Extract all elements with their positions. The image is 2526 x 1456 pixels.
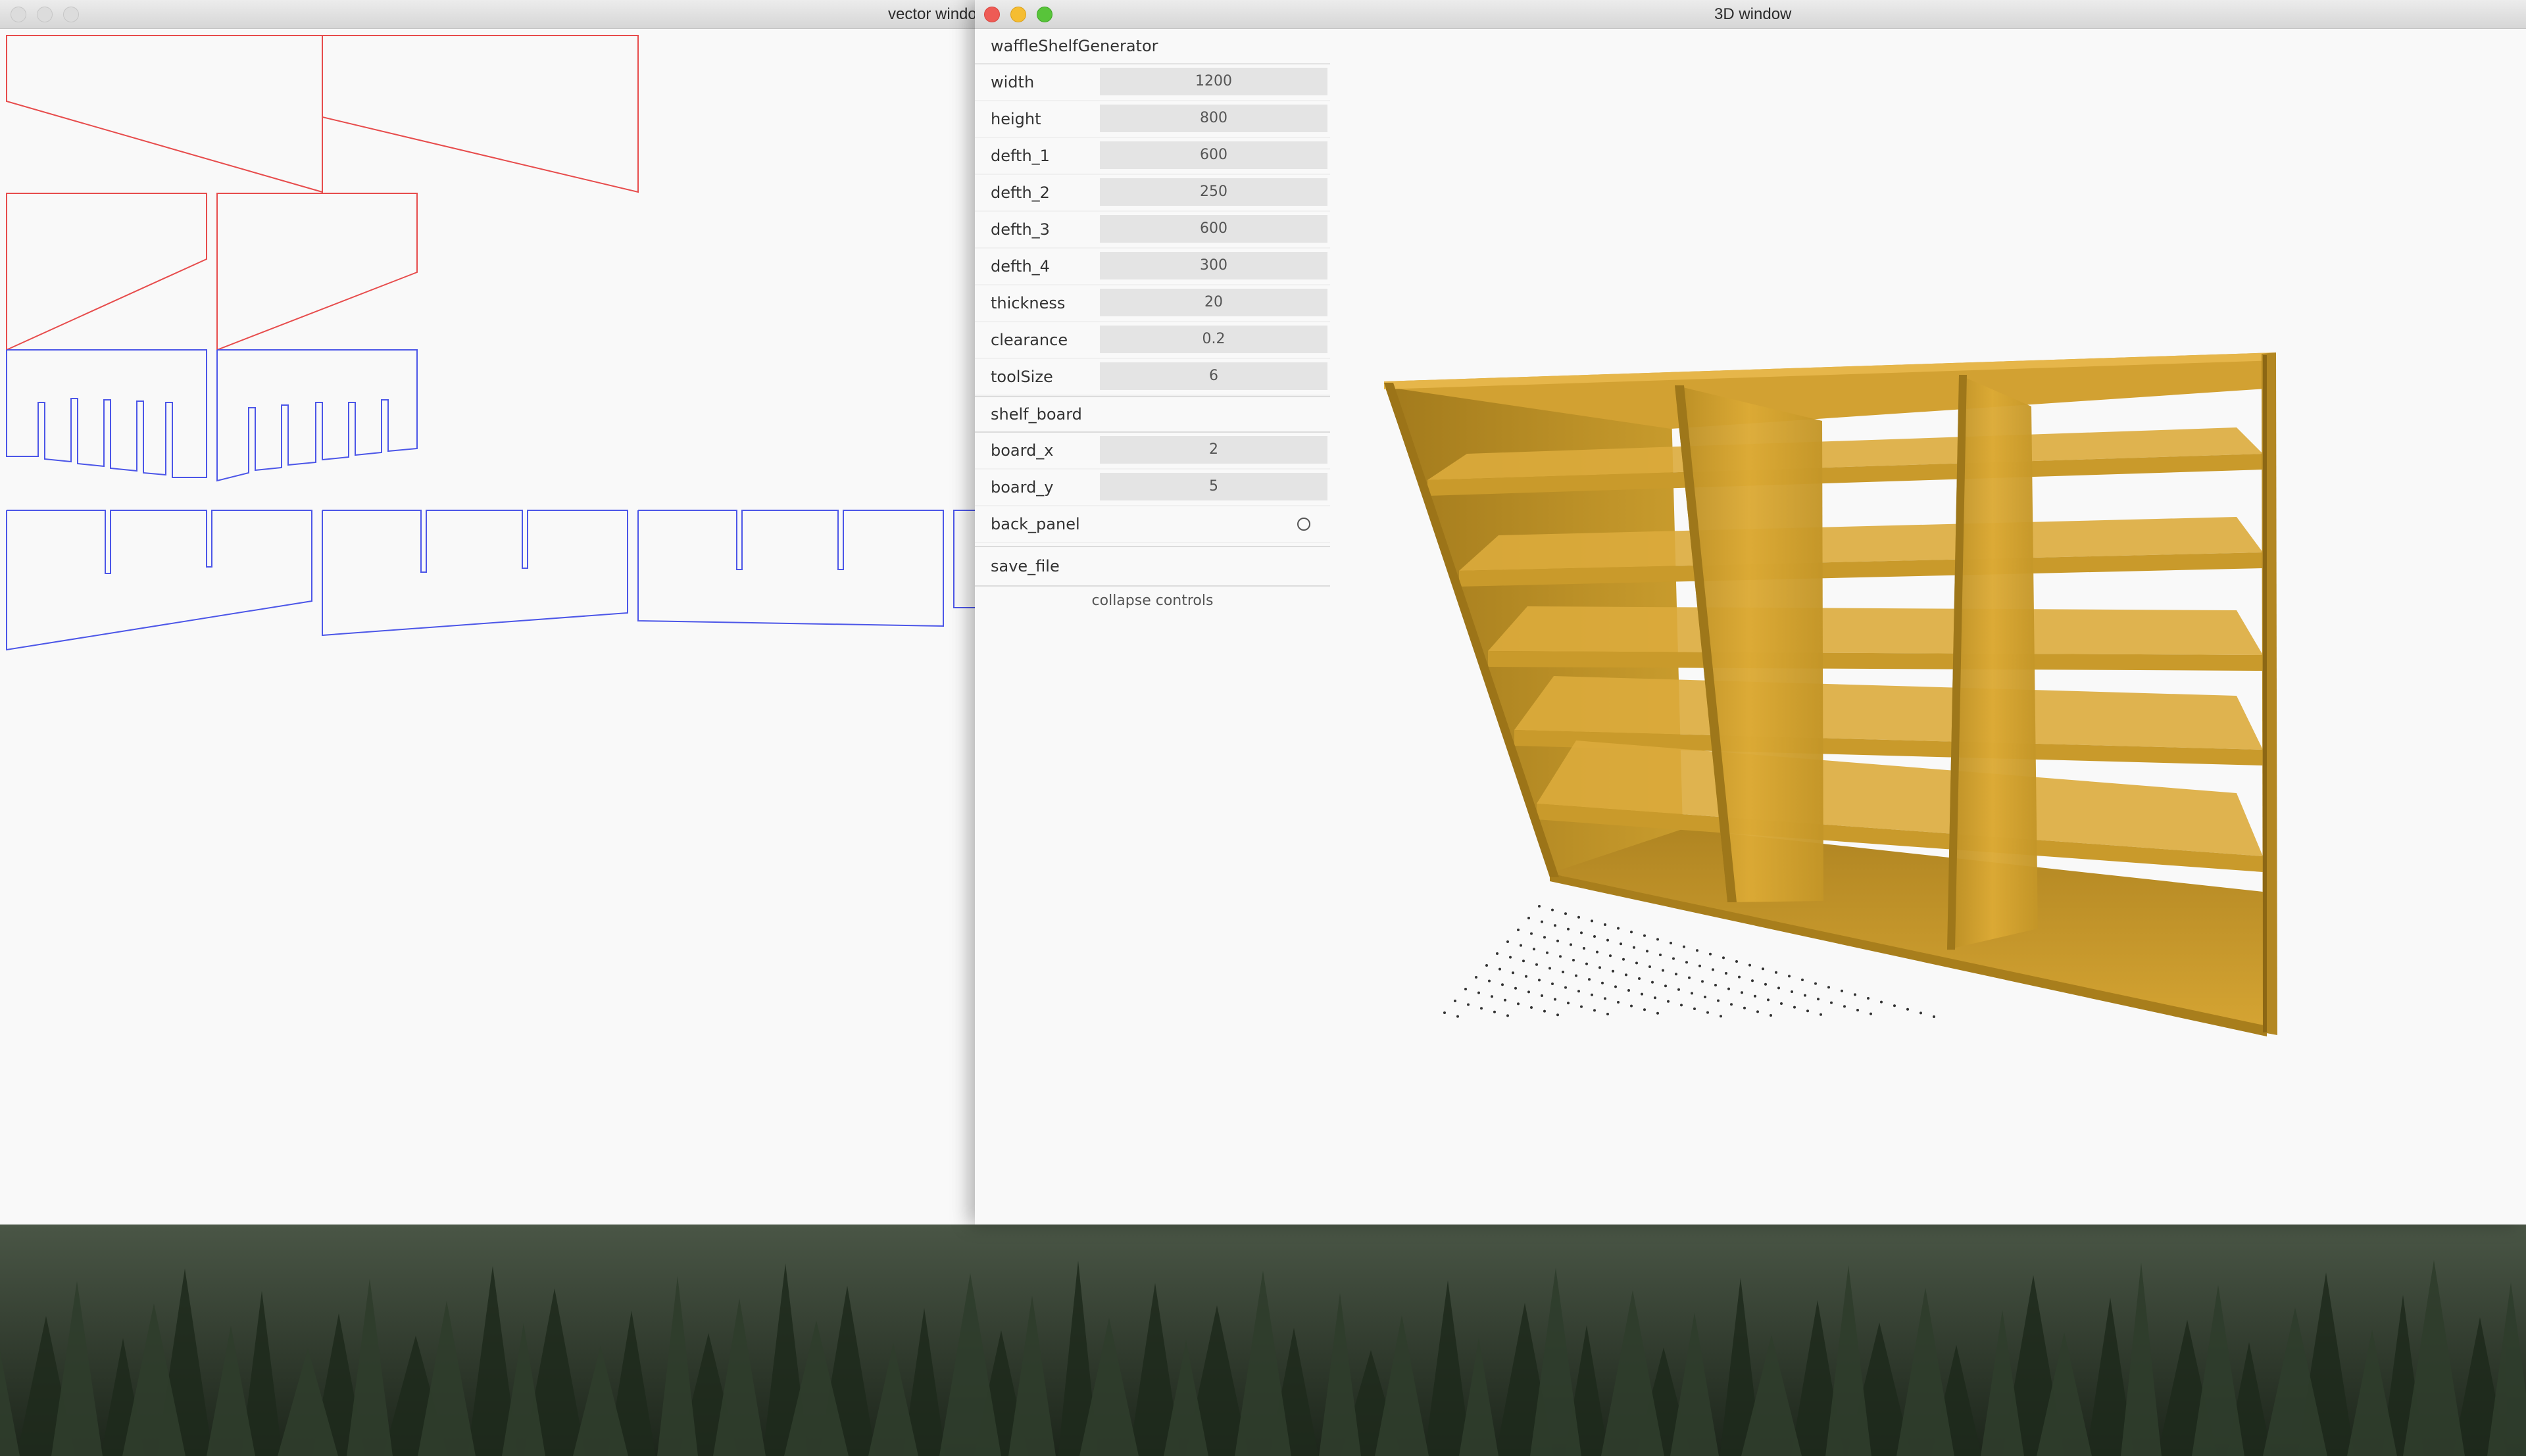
param-label: width xyxy=(991,73,1035,91)
param-label: board_y xyxy=(991,478,1054,497)
save-file-button[interactable]: save_file xyxy=(975,546,1330,587)
vector-window-titlebar[interactable]: vector window xyxy=(0,0,975,29)
minimize-button[interactable] xyxy=(37,7,53,22)
folder-label: shelf_board xyxy=(991,405,1082,424)
side-panel xyxy=(6,35,323,193)
param-value-field[interactable]: 0.2 xyxy=(1100,326,1327,353)
param-label: defth_2 xyxy=(991,183,1050,202)
shelf-board-outline xyxy=(953,510,975,608)
forest-wallpaper xyxy=(0,1225,2526,1456)
param-row-clearance: clearance 0.2 xyxy=(975,322,1330,359)
param-label: clearance xyxy=(991,331,1068,349)
param-value-field[interactable]: 800 xyxy=(1100,105,1327,132)
param-label: thickness xyxy=(991,294,1066,312)
vector-window-title: vector window xyxy=(888,5,975,23)
side-panel xyxy=(216,193,418,351)
back-panel-checkbox[interactable] xyxy=(1297,518,1310,531)
save-file-label: save_file xyxy=(991,557,1060,575)
param-label: defth_4 xyxy=(991,257,1050,276)
side-panel xyxy=(322,35,639,193)
param-label: board_x xyxy=(991,441,1054,460)
param-value-field[interactable]: 600 xyxy=(1100,141,1327,169)
param-row-board_x: board_x 2 xyxy=(975,433,1330,470)
param-label: height xyxy=(991,110,1041,128)
param-row-defth_3: defth_3 600 xyxy=(975,212,1330,249)
param-value-field[interactable]: 300 xyxy=(1100,252,1327,279)
folder-shelf-board[interactable]: shelf_board xyxy=(975,396,1330,433)
collapse-controls-button[interactable]: collapse controls xyxy=(975,587,1330,616)
3d-window-titlebar[interactable]: 3D window xyxy=(975,0,2526,29)
3d-window: 3D window waffleShelfGenerator width 120… xyxy=(975,0,2526,1225)
divider-piece xyxy=(216,349,418,482)
control-panel-title: waffleShelfGenerator xyxy=(975,29,1330,64)
side-panel-outlines xyxy=(6,35,639,351)
side-panel xyxy=(6,193,207,351)
close-button[interactable] xyxy=(11,7,26,22)
back-panel-toggle[interactable]: back_panel xyxy=(975,506,1330,543)
3d-window-title: 3D window xyxy=(1714,5,1792,23)
shelf-board-outline xyxy=(322,510,628,637)
param-label: toolSize xyxy=(991,368,1053,386)
back-panel-label: back_panel xyxy=(991,515,1080,533)
param-value-field[interactable]: 250 xyxy=(1100,178,1327,206)
zoom-button[interactable] xyxy=(63,7,79,22)
param-value-field[interactable]: 2 xyxy=(1100,436,1327,464)
param-row-defth_1: defth_1 600 xyxy=(975,138,1330,175)
param-value-field[interactable]: 20 xyxy=(1100,289,1327,316)
divider-piece xyxy=(6,349,207,478)
param-row-thickness: thickness 20 xyxy=(975,285,1330,322)
param-label: defth_3 xyxy=(991,220,1050,239)
divider-outlines xyxy=(6,349,975,651)
param-row-defth_2: defth_2 250 xyxy=(975,175,1330,212)
close-button[interactable] xyxy=(984,7,1000,22)
vector-canvas xyxy=(6,35,975,651)
shelf-board-outline xyxy=(637,510,944,627)
param-row-defth_4: defth_4 300 xyxy=(975,249,1330,285)
param-value-field[interactable]: 600 xyxy=(1100,215,1327,243)
param-value-field[interactable]: 5 xyxy=(1100,473,1327,500)
param-row-toolSize: toolSize 6 xyxy=(975,359,1330,396)
param-value-field[interactable]: 6 xyxy=(1100,362,1327,390)
vector-window: vector window xyxy=(0,0,975,1225)
waffle-shelf-model xyxy=(1384,352,2277,1036)
zoom-button[interactable] xyxy=(1037,7,1052,22)
minimize-button[interactable] xyxy=(1010,7,1026,22)
param-row-board_y: board_y 5 xyxy=(975,470,1330,506)
param-row-height: height 800 xyxy=(975,101,1330,138)
param-value-field[interactable]: 1200 xyxy=(1100,68,1327,95)
param-row-width: width 1200 xyxy=(975,64,1330,101)
shelf-board-outline xyxy=(6,510,312,651)
control-panel: waffleShelfGenerator width 1200 height 800 d… xyxy=(975,29,1330,616)
param-label: defth_1 xyxy=(991,147,1050,165)
